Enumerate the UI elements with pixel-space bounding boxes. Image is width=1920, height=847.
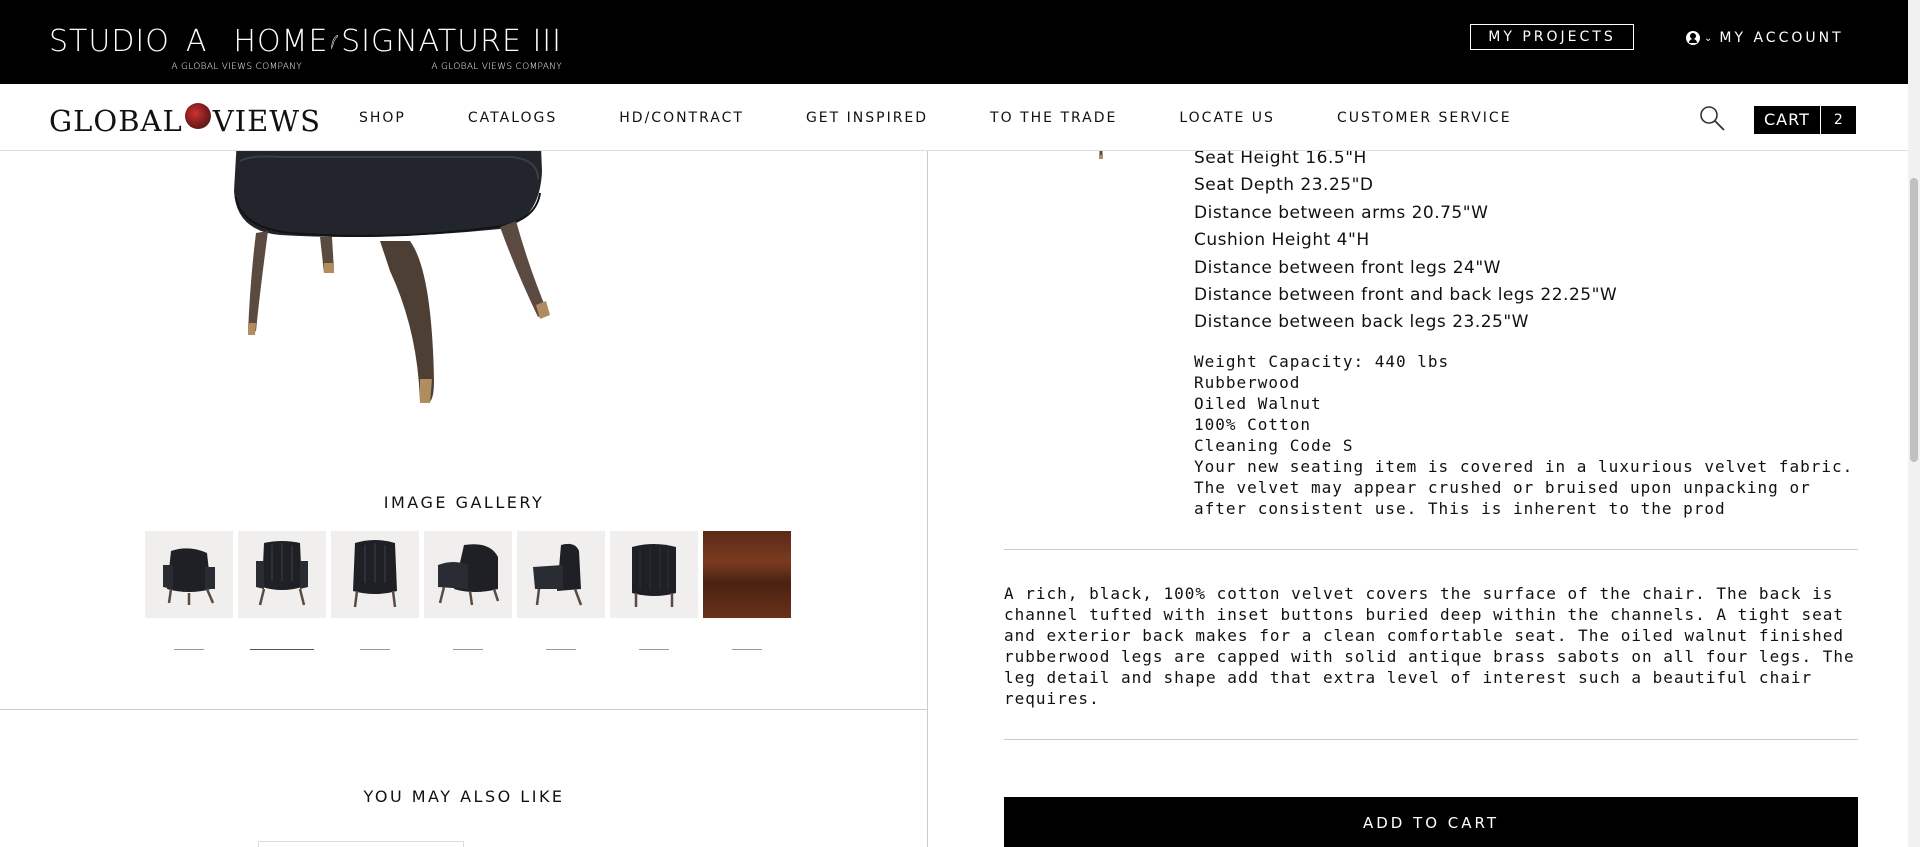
logo-left-text: GLOBAL — [49, 104, 183, 138]
nav-item-shop[interactable]: SHOP — [359, 110, 406, 126]
logo-right-text: VIEWS — [212, 104, 321, 138]
gallery-indicator[interactable] — [517, 638, 605, 650]
description-line: leg detail and shape add that extra leve… — [1004, 668, 1813, 687]
dimension-front-back-legs: Distance between front and back legs 22.… — [1194, 285, 1618, 306]
chevron-down-icon: ⌄ — [1704, 32, 1716, 44]
spec-care-note: Your new seating item is covered in a lu… — [1194, 457, 1854, 476]
nav-item-hd-contract[interactable]: HD/CONTRACT — [619, 110, 744, 126]
gallery-thumbnail-wood-finish[interactable] — [703, 531, 791, 618]
spec-weight-capacity: Weight Capacity: 440 lbs — [1194, 352, 1450, 371]
brand-studio-text: STUDIO — [49, 24, 170, 59]
gallery-thumbnail[interactable] — [610, 531, 698, 618]
cart-button[interactable]: CART 2 — [1754, 106, 1856, 134]
brand-signature-text: SIGNATURE III — [341, 24, 562, 59]
account-icon — [1686, 31, 1700, 45]
nav-item-get-inspired[interactable]: GET INSPIRED — [806, 110, 928, 126]
product-description: A rich, black, 100% cotton velvet covers… — [1004, 583, 1864, 709]
description-line: and exterior back makes for a clean comf… — [1004, 626, 1844, 645]
section-divider — [1004, 549, 1858, 550]
gallery-indicators — [145, 638, 791, 650]
spec-fabric: 100% Cotton — [1194, 415, 1311, 434]
top-brand-bar: STUDIO A HOME A GLOBAL VIEWS COMPANY SIG… — [0, 0, 1920, 84]
description-line: requires. — [1004, 689, 1100, 708]
page-scrollbar[interactable] — [1908, 0, 1920, 847]
cart-label: CART — [1754, 106, 1820, 134]
search-icon[interactable] — [1698, 104, 1726, 132]
spec-material: Rubberwood — [1194, 373, 1301, 392]
dimension-arms-distance: Distance between arms 20.75"W — [1194, 202, 1489, 223]
dimension-seat-height: Seat Height 16.5"H — [1194, 151, 1367, 168]
studio-a-home-logo[interactable]: STUDIO A HOME A GLOBAL VIEWS COMPANY — [49, 24, 327, 72]
spec-finish: Oiled Walnut — [1194, 394, 1322, 413]
gallery-indicator[interactable] — [145, 638, 233, 650]
gallery-thumbnail[interactable] — [145, 531, 233, 618]
studio-sub-text: A GLOBAL VIEWS COMPANY — [171, 62, 302, 72]
scrollbar-thumb[interactable] — [1910, 178, 1918, 462]
specifications-list: Weight Capacity: 440 lbs Rubberwood Oile… — [1194, 351, 1894, 519]
signature-iii-logo[interactable]: SIGNATURE III A GLOBAL VIEWS COMPANY — [330, 24, 562, 72]
dimension-diagram-image — [1099, 151, 1103, 159]
gallery-indicator[interactable] — [331, 638, 419, 650]
my-account-label: MY ACCOUNT — [1719, 30, 1844, 46]
nav-menu: SHOP CATALOGS HD/CONTRACT GET INSPIRED T… — [359, 84, 1574, 151]
main-navigation: GLOBAL VIEWS SHOP CATALOGS HD/CONTRACT G… — [0, 84, 1908, 151]
description-line: A rich, black, 100% cotton velvet covers… — [1004, 584, 1834, 603]
product-media-column: IMAGE GALLERY YOU MAY ALSO LIKE — [0, 151, 928, 847]
product-details-column: Seat Height 16.5"H Seat Depth 23.25"D Di… — [929, 151, 1908, 847]
brand-home-text: HOME — [233, 24, 329, 59]
product-main-image[interactable] — [220, 151, 660, 521]
image-gallery-title: IMAGE GALLERY — [383, 493, 545, 512]
description-line: rubberwood legs are capped with solid an… — [1004, 647, 1855, 666]
my-account-menu[interactable]: ⌄ MY ACCOUNT — [1686, 28, 1844, 48]
signature-sub-text: A GLOBAL VIEWS COMPANY — [431, 62, 562, 72]
gallery-indicator[interactable] — [703, 638, 791, 650]
gallery-indicator[interactable] — [610, 638, 698, 650]
dimension-cushion-height: Cushion Height 4"H — [1194, 230, 1370, 251]
dimension-seat-depth: Seat Depth 23.25"D — [1194, 175, 1374, 196]
spec-cleaning-code: Cleaning Code S — [1194, 436, 1354, 455]
recommended-product-card[interactable] — [258, 841, 464, 847]
spec-care-note: The velvet may appear crushed or bruised… — [1194, 478, 1811, 497]
my-projects-button[interactable]: MY PROJECTS — [1470, 24, 1634, 50]
dimension-front-legs: Distance between front legs 24"W — [1194, 257, 1501, 278]
dimension-back-legs: Distance between back legs 23.25"W — [1194, 312, 1529, 333]
cart-count-badge: 2 — [1819, 106, 1856, 134]
quill-icon — [330, 35, 339, 50]
nav-item-customer-service[interactable]: CUSTOMER SERVICE — [1337, 110, 1512, 126]
spec-care-note: after consistent use. This is inherent t… — [1194, 499, 1726, 518]
nav-item-locate-us[interactable]: LOCATE US — [1179, 110, 1275, 126]
globe-icon — [184, 103, 211, 129]
nav-item-to-the-trade[interactable]: TO THE TRADE — [990, 110, 1117, 126]
nav-item-catalogs[interactable]: CATALOGS — [468, 110, 557, 126]
add-to-cart-button[interactable]: ADD TO CART — [1004, 797, 1858, 847]
brand-a-text: A — [185, 24, 208, 59]
gallery-thumbnail[interactable] — [517, 531, 605, 618]
section-divider — [1004, 739, 1858, 740]
gallery-thumbnail[interactable] — [331, 531, 419, 618]
gallery-indicator-active[interactable] — [238, 638, 326, 650]
section-divider — [0, 709, 927, 710]
gallery-thumbnail[interactable] — [238, 531, 326, 618]
gallery-thumbnail[interactable] — [424, 531, 512, 618]
gallery-indicator[interactable] — [424, 638, 512, 650]
dimensions-list: Seat Height 16.5"H Seat Depth 23.25"D Di… — [1194, 151, 1617, 337]
you-may-also-like-title: YOU MAY ALSO LIKE — [363, 787, 565, 806]
image-gallery-thumbnails — [145, 531, 791, 618]
description-line: channel tufted with inset buttons buried… — [1004, 605, 1844, 624]
global-views-logo[interactable]: GLOBAL VIEWS — [49, 103, 321, 138]
